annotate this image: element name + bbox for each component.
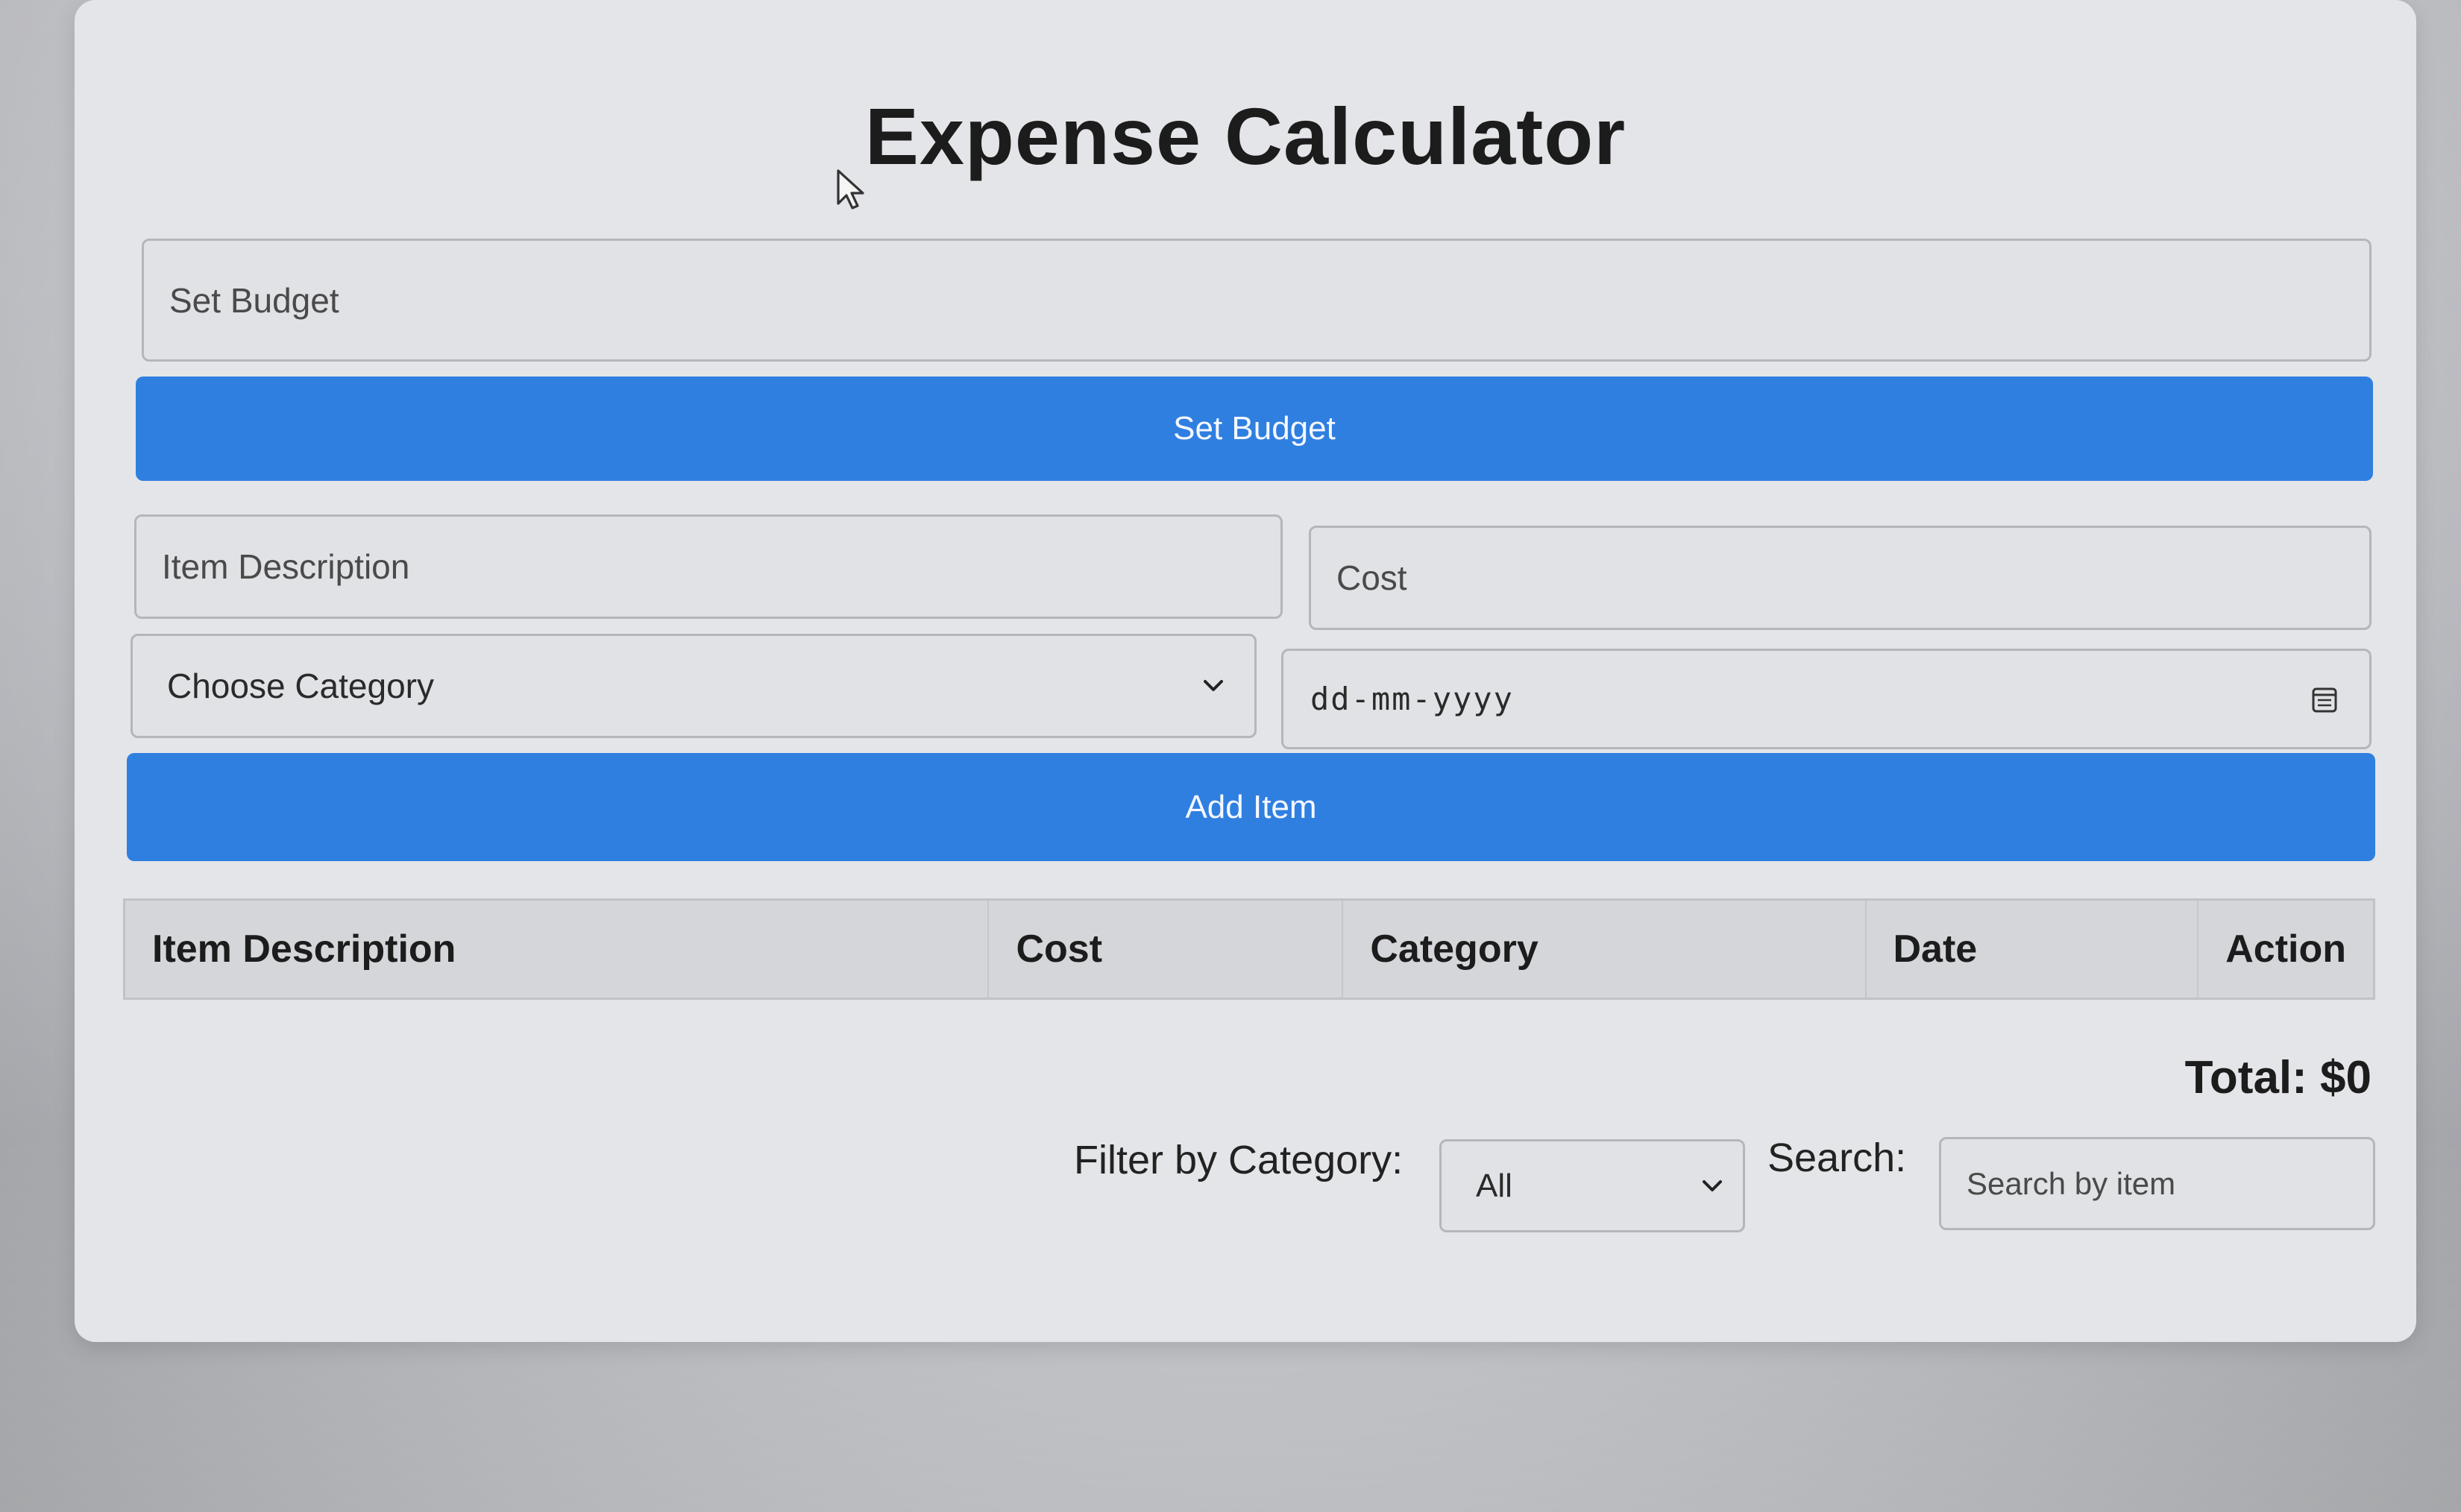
filter-category-value: All <box>1476 1167 1512 1204</box>
search-input[interactable] <box>1939 1137 2375 1230</box>
cost-input[interactable] <box>1309 526 2372 630</box>
filter-category-select[interactable]: All <box>1439 1139 1745 1232</box>
chevron-down-icon <box>1204 680 1223 691</box>
column-header-date: Date <box>1865 899 2199 999</box>
column-header-action: Action <box>2225 927 2346 971</box>
item-description-input[interactable] <box>134 514 1283 619</box>
filter-category-label: Filter by Category: <box>1074 1138 1404 1182</box>
category-select-value: Choose Category <box>167 667 434 705</box>
add-item-button[interactable]: Add Item <box>127 753 2375 861</box>
category-select[interactable]: Choose Category <box>131 634 1257 738</box>
date-input[interactable]: dd-mm-yyyy <box>1281 649 2372 749</box>
search-label: Search: <box>1767 1135 1907 1180</box>
total-amount: Total: $0 <box>2184 1052 2372 1103</box>
column-header-category: Category <box>1342 899 1867 999</box>
page-title: Expense Calculator <box>864 91 1626 181</box>
budget-input[interactable] <box>142 239 2372 362</box>
mouse-pointer-icon <box>837 169 864 210</box>
set-budget-button[interactable]: Set Budget <box>136 377 2373 481</box>
column-header-item-description: Item Description <box>124 899 990 999</box>
table-header-row: Item Description Cost Category Date Acti… <box>124 899 2374 999</box>
date-input-placeholder: dd-mm-yyyy <box>1310 681 1514 717</box>
expense-table: Item Description Cost Category Date Acti… <box>123 898 2375 1000</box>
calendar-icon[interactable] <box>2310 684 2339 714</box>
column-header-cost: Cost <box>988 899 1344 999</box>
chevron-down-icon <box>1703 1179 1722 1191</box>
expense-calculator-card: Expense Calculator Set Budget Choose Cat… <box>75 0 2416 1342</box>
